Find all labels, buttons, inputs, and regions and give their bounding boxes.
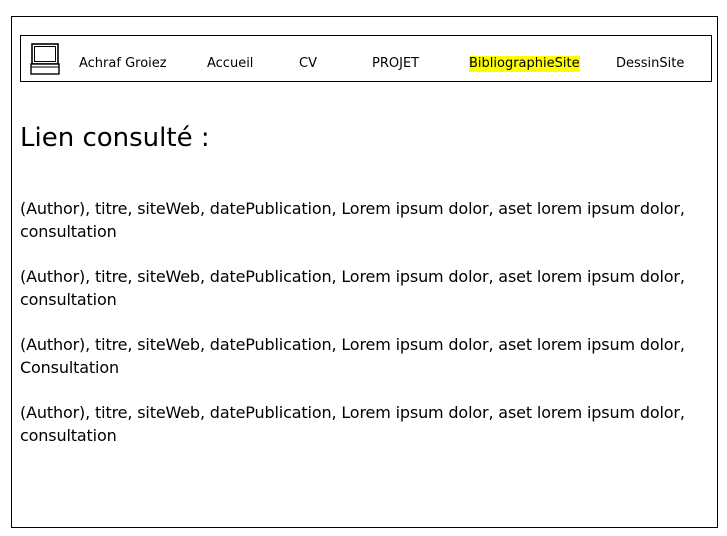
reference-item: (Author), titre, siteWeb, datePublicatio… — [20, 267, 685, 309]
reference-item: (Author), titre, siteWeb, datePublicatio… — [20, 335, 685, 377]
nav-brand-name[interactable]: Achraf Groiez — [79, 56, 167, 72]
computer-icon[interactable] — [30, 43, 60, 75]
nav-item-projet[interactable]: PROJET — [372, 56, 419, 72]
nav-item-bibliographiesite[interactable]: BibliographieSite — [469, 56, 580, 72]
reference-item: (Author), titre, siteWeb, datePublicatio… — [20, 403, 685, 445]
reference-list: (Author), titre, siteWeb, datePublicatio… — [20, 197, 700, 469]
nav-item-dessinsite[interactable]: DessinSite — [616, 56, 684, 72]
page-title: Lien consulté : — [20, 123, 210, 153]
nav-item-cv[interactable]: CV — [299, 56, 317, 72]
reference-item: (Author), titre, siteWeb, datePublicatio… — [20, 199, 685, 241]
navigation-bar: Achraf Groiez Accueil CV PROJET Bibliogr… — [20, 35, 712, 82]
nav-item-accueil[interactable]: Accueil — [207, 56, 253, 72]
